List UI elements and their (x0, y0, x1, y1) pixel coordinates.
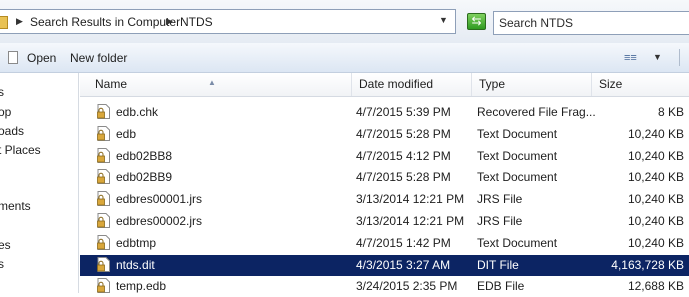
sort-ascending-icon: ▲ (208, 78, 216, 87)
table-row[interactable]: edb.chk 4/7/2015 5:39 PM Recovered File Fr… (80, 102, 689, 123)
file-date-modified: 3/13/2014 12:21 PM (356, 192, 465, 206)
address-bar-row: ▶ Search Results in Computer ▶ NTDS ▼ ⇆ … (0, 0, 689, 43)
file-name: ntds.dit (116, 258, 155, 272)
file-size: 10,240 KB (627, 192, 684, 206)
file-name: edbres00001.jrs (116, 192, 203, 206)
locked-file-icon (97, 257, 110, 272)
search-input[interactable]: Search NTDS (493, 11, 689, 35)
file-size: 10,240 KB (627, 214, 684, 228)
file-type: Text Document (477, 149, 558, 163)
file-type: Recovered File Frag... (477, 105, 596, 119)
file-size: 4,163,728 KB (611, 258, 684, 272)
file-date-modified: 3/13/2014 12:21 PM (356, 214, 465, 228)
file-name: edbtmp (116, 236, 157, 250)
file-type: DIT File (477, 258, 519, 272)
folder-icon (0, 16, 8, 29)
locked-file-icon (97, 104, 110, 119)
breadcrumb-separator-icon[interactable]: ▶ (166, 16, 173, 27)
refresh-icon[interactable]: ⇆ (467, 13, 486, 30)
navigation-pane: s op oads t Places ments es s (0, 73, 79, 293)
view-options-icon[interactable]: ≡≡ (624, 52, 642, 64)
file-size: 10,240 KB (627, 236, 684, 250)
table-row[interactable]: ntds.dit 4/3/2015 3:27 AM DIT File 4,163,72… (80, 255, 689, 276)
file-type: JRS File (477, 192, 523, 206)
file-name: edb.chk (116, 105, 159, 119)
file-size: 10,240 KB (627, 149, 684, 163)
locked-file-icon (97, 148, 110, 163)
column-header-name-label: Name (95, 77, 128, 91)
file-type: JRS File (477, 214, 523, 228)
breadcrumb-search-results[interactable]: Search Results in Computer (30, 15, 180, 30)
locked-file-icon (97, 278, 110, 293)
file-date-modified: 4/7/2015 1:42 PM (356, 236, 451, 250)
file-type: Text Document (477, 127, 558, 141)
file-type: Text Document (477, 170, 558, 184)
nav-item[interactable]: oads (0, 124, 24, 138)
nav-item[interactable]: s (0, 257, 4, 271)
file-name: edb (116, 127, 137, 141)
table-row[interactable]: edb02BB9 4/7/2015 5:28 PM Text Document 10,… (80, 167, 689, 188)
command-toolbar: Open New folder ≡≡ ▼ (0, 43, 689, 73)
column-header-date[interactable]: Date modified (352, 73, 472, 96)
file-size: 12,688 KB (627, 279, 684, 293)
locked-file-icon (97, 213, 110, 228)
view-dropdown-icon[interactable]: ▼ (653, 52, 662, 62)
table-row[interactable]: edb02BB8 4/7/2015 4:12 PM Text Document 10,… (80, 146, 689, 167)
column-header-name[interactable]: Name (80, 73, 352, 96)
file-name: temp.edb (116, 279, 167, 293)
locked-file-icon (97, 191, 110, 206)
table-row[interactable]: edbres00002.jrs 3/13/2014 12:21 PM JRS Fil… (80, 211, 689, 232)
nav-item[interactable]: t Places (0, 143, 41, 157)
table-row[interactable]: edbres00001.jrs 3/13/2014 12:21 PM JRS Fil… (80, 189, 689, 210)
address-dropdown-icon[interactable]: ▼ (439, 15, 449, 25)
open-button[interactable]: Open (27, 51, 56, 65)
locked-file-icon (97, 169, 110, 184)
file-size: 10,240 KB (627, 127, 684, 141)
preview-pane-button[interactable] (679, 49, 689, 66)
nav-item[interactable]: s (0, 85, 4, 99)
nav-item[interactable]: op (0, 105, 11, 119)
locked-file-icon (97, 126, 110, 141)
breadcrumb-ntds[interactable]: NTDS (180, 15, 213, 30)
file-type: EDB File (477, 279, 525, 293)
table-row[interactable]: edb 4/7/2015 5:28 PM Text Document 10,240 K… (80, 124, 689, 145)
breadcrumb-separator-icon[interactable]: ▶ (16, 16, 23, 27)
address-bar[interactable]: ▶ Search Results in Computer ▶ NTDS ▼ (0, 9, 456, 34)
nav-item[interactable]: es (0, 238, 11, 252)
new-folder-button[interactable]: New folder (70, 51, 127, 65)
document-icon (8, 51, 18, 64)
file-date-modified: 4/3/2015 3:27 AM (356, 258, 451, 272)
file-date-modified: 4/7/2015 5:28 PM (356, 170, 451, 184)
file-date-modified: 4/7/2015 5:39 PM (356, 105, 451, 119)
column-header-size[interactable]: Size (592, 73, 689, 96)
file-name: edb02BB9 (116, 170, 173, 184)
file-date-modified: 3/24/2015 2:35 PM (356, 279, 458, 293)
nav-item[interactable]: ments (0, 199, 31, 213)
file-size: 8 KB (657, 105, 684, 119)
table-row[interactable]: temp.edb 3/24/2015 2:35 PM EDB File 12,688 … (80, 276, 689, 297)
locked-file-icon (97, 235, 110, 250)
file-size: 10,240 KB (627, 170, 684, 184)
file-name: edb02BB8 (116, 149, 173, 163)
column-header-row: Name ▲ Date modified Type Size (80, 73, 689, 97)
file-type: Text Document (477, 236, 558, 250)
file-name: edbres00002.jrs (116, 214, 203, 228)
file-date-modified: 4/7/2015 5:28 PM (356, 127, 451, 141)
file-date-modified: 4/7/2015 4:12 PM (356, 149, 451, 163)
table-row[interactable]: edbtmp 4/7/2015 1:42 PM Text Document 10,24… (80, 233, 689, 254)
column-header-type[interactable]: Type (472, 73, 592, 96)
